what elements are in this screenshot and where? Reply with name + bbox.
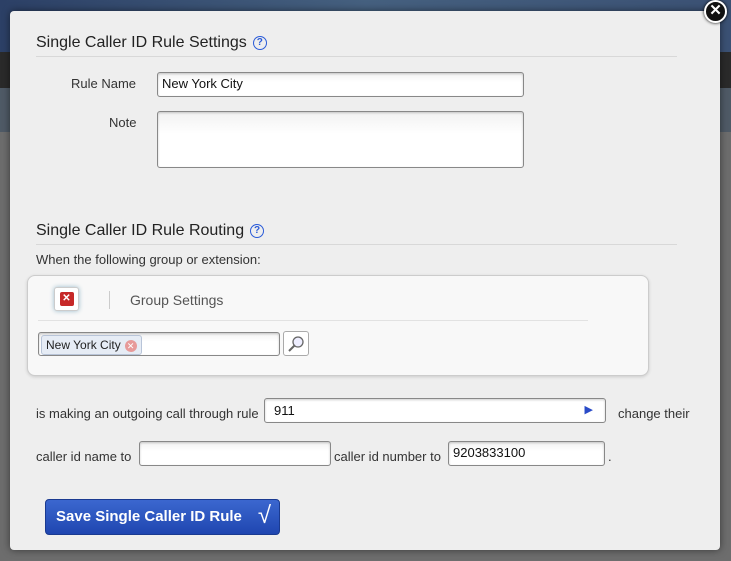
rule-select-value: 911	[274, 403, 295, 418]
save-button[interactable]: Save Single Caller ID Rule √	[45, 499, 280, 535]
search-button[interactable]	[283, 331, 309, 356]
number-prefix-text: caller id number to	[334, 449, 441, 464]
remove-group-button[interactable]: ✕	[54, 287, 79, 311]
routing-intro: When the following group or extension:	[36, 252, 261, 267]
rule-name-input[interactable]: New York City	[157, 72, 524, 97]
caller-id-number-input[interactable]: 9203833100	[448, 441, 605, 466]
note-label: Note	[109, 115, 137, 130]
remove-icon: ✕	[59, 292, 74, 306]
check-icon: √	[257, 502, 271, 529]
caller-id-rule-dialog: Single Caller ID Rule Settings? Rule Nam…	[10, 11, 720, 550]
selected-group-tag: New York City ✕	[41, 335, 142, 355]
rule-select[interactable]: 911 ▶	[264, 398, 606, 423]
rule-prefix-text: is making an outgoing call through rule	[36, 406, 259, 421]
note-textarea[interactable]	[157, 111, 524, 168]
group-search-input[interactable]: New York City ✕	[38, 332, 280, 356]
routing-heading: Single Caller ID Rule Routing?	[36, 222, 677, 245]
sentence-end: .	[608, 449, 612, 464]
divider	[38, 320, 588, 321]
tag-label: New York City	[46, 338, 121, 352]
rule-suffix-text: change their	[618, 406, 690, 421]
close-button[interactable]: ✕	[704, 0, 727, 23]
help-icon[interactable]: ?	[252, 36, 267, 50]
caller-id-name-input[interactable]	[139, 441, 331, 466]
remove-tag-icon[interactable]: ✕	[124, 340, 137, 352]
routing-title: Single Caller ID Rule Routing	[36, 222, 245, 239]
settings-heading: Single Caller ID Rule Settings?	[36, 34, 677, 57]
settings-title: Single Caller ID Rule Settings	[36, 34, 247, 51]
save-label: Save Single Caller ID Rule	[56, 508, 242, 525]
divider	[109, 291, 110, 309]
search-icon	[288, 336, 304, 352]
help-icon[interactable]: ?	[250, 224, 265, 238]
group-settings-label: Group Settings	[130, 292, 224, 308]
name-prefix-text: caller id name to	[36, 449, 132, 464]
rule-name-label: Rule Name	[71, 76, 137, 91]
dropdown-arrow-icon: ▶	[584, 404, 593, 416]
group-selector-panel: ✕ Group Settings New York City ✕	[27, 275, 649, 376]
